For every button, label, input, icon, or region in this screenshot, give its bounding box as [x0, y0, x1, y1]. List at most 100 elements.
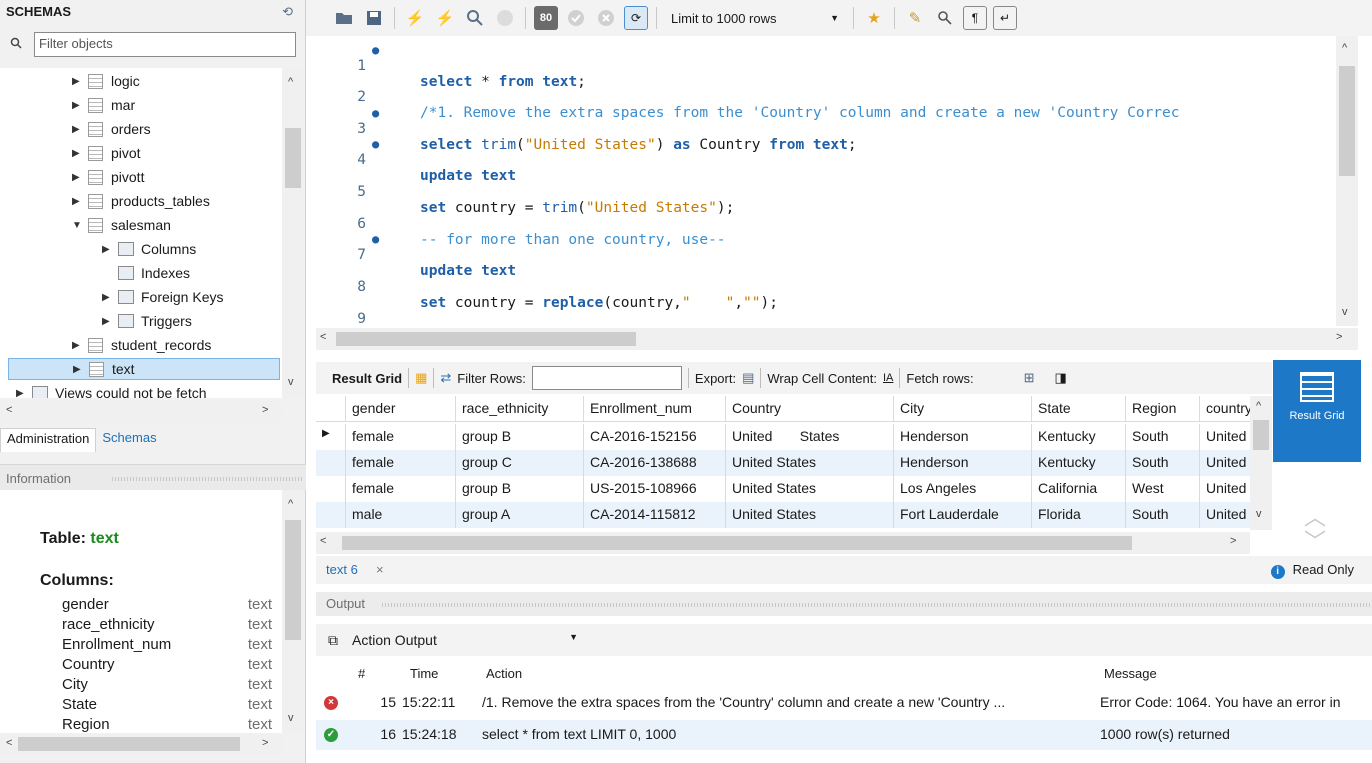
tab-administration[interactable]: Administration [0, 428, 97, 452]
column-header[interactable]: State [1032, 396, 1126, 422]
grid-cell[interactable]: United St [1200, 502, 1250, 528]
find-icon[interactable] [933, 6, 957, 30]
collapsed-arrow-icon[interactable]: ▶ [73, 364, 85, 375]
rollback-icon[interactable] [594, 6, 618, 30]
scroll-up-icon[interactable]: ^ [288, 76, 293, 88]
column-header[interactable]: City [894, 396, 1032, 422]
editor-vertical-scrollbar[interactable]: ^ v [1336, 36, 1358, 326]
tree-item-triggers[interactable]: ▶ Triggers [102, 310, 192, 332]
collapsed-arrow-icon[interactable]: ▶ [72, 172, 84, 183]
tree-item-logic[interactable]: ▶ logic [72, 70, 140, 92]
column-header[interactable]: Enrollment_num [584, 396, 726, 422]
grid-cell[interactable]: female [346, 424, 456, 450]
result-grid-side-button[interactable]: Result Grid [1273, 360, 1361, 462]
beautify-icon[interactable]: ✎ [903, 6, 927, 30]
tree-horizontal-scrollbar[interactable]: < > [0, 401, 282, 423]
tree-item-columns[interactable]: ▶ Columns [102, 238, 196, 260]
row-selector[interactable] [316, 476, 346, 502]
save-icon[interactable] [362, 6, 386, 30]
grid-horizontal-scrollbar[interactable]: < > [316, 532, 1250, 554]
grid-cell[interactable]: California [1032, 476, 1126, 502]
scroll-thumb[interactable] [1253, 420, 1269, 450]
grid-view-icon[interactable]: ▦ [415, 370, 427, 386]
grid-cell[interactable]: United States [726, 502, 894, 528]
refresh-icon[interactable]: ⇄ [440, 370, 451, 386]
collapsed-arrow-icon[interactable]: ▶ [72, 124, 84, 135]
scroll-down-icon[interactable]: v [288, 376, 294, 388]
scroll-up-icon[interactable]: ^ [1342, 42, 1347, 54]
limit-rows-select[interactable]: Limit to 1000 rows ▼ [665, 6, 845, 30]
close-icon[interactable]: × [376, 562, 384, 577]
row-selector[interactable] [316, 502, 346, 528]
column-header[interactable]: race_ethnicity [456, 396, 584, 422]
row-selector[interactable] [316, 450, 346, 476]
chevron-down-icon[interactable]: ﹀ [1304, 524, 1326, 556]
tree-item-pivott[interactable]: ▶ pivott [72, 166, 144, 188]
collapsed-arrow-icon[interactable]: ▶ [72, 340, 84, 351]
grid-cell[interactable]: Florida [1032, 502, 1126, 528]
wrap-lines-icon[interactable]: ↵ [993, 6, 1017, 30]
scroll-thumb[interactable] [336, 332, 636, 346]
execute-icon[interactable]: ⚡ [403, 6, 427, 30]
grid-cell[interactable]: United States [726, 476, 894, 502]
filter-objects-input[interactable]: Filter objects [34, 32, 296, 57]
grid-cell[interactable]: Henderson [894, 450, 1032, 476]
grid-cell[interactable]: CA-2016-152156 [584, 424, 726, 450]
column-header[interactable]: country [1200, 396, 1250, 422]
collapsed-arrow-icon[interactable]: ▶ [72, 196, 84, 207]
grid-cell[interactable]: Los Angeles [894, 476, 1032, 502]
toggle-error-icon[interactable]: 80 [534, 6, 558, 30]
current-row-icon[interactable]: ▶ [316, 424, 346, 450]
table-row[interactable]: ▶ female group B CA-2016-152156 United State… [316, 424, 1250, 450]
expanded-arrow-icon[interactable]: ▼ [72, 220, 84, 231]
collapsed-arrow-icon[interactable]: ▶ [102, 244, 114, 255]
scroll-left-icon[interactable]: < [6, 737, 12, 749]
editor-horizontal-scrollbar[interactable]: < > [316, 328, 1358, 350]
scroll-down-icon[interactable]: v [1256, 508, 1262, 520]
tree-item-products-tables[interactable]: ▶ products_tables [72, 190, 210, 212]
tree-item-pivot[interactable]: ▶ pivot [72, 142, 141, 164]
grid-cell[interactable]: United St [1200, 476, 1250, 502]
grid-cell[interactable]: United [1200, 424, 1250, 450]
stop-icon[interactable] [493, 6, 517, 30]
scroll-thumb[interactable] [285, 520, 301, 640]
collapsed-arrow-icon[interactable]: ▶ [72, 148, 84, 159]
grid-cell[interactable]: Kentucky [1032, 424, 1126, 450]
scroll-up-icon[interactable]: ^ [1256, 400, 1261, 412]
column-header[interactable]: Country [726, 396, 894, 422]
grid-cell[interactable]: South [1126, 424, 1200, 450]
grid-cell[interactable]: South [1126, 450, 1200, 476]
form-editor-icon[interactable]: ◨ [1054, 370, 1066, 386]
collapsed-arrow-icon[interactable]: ▶ [16, 388, 28, 399]
grid-cell[interactable]: Fort Lauderdale [894, 502, 1032, 528]
commit-icon[interactable] [564, 6, 588, 30]
open-folder-icon[interactable] [332, 6, 356, 30]
scroll-left-icon[interactable]: < [320, 535, 326, 547]
scroll-thumb[interactable] [342, 536, 1132, 550]
column-header[interactable]: gender [346, 396, 456, 422]
tree-item-salesman[interactable]: ▼ salesman [72, 214, 171, 236]
grid-cell[interactable]: female [346, 476, 456, 502]
table-row[interactable]: male group A CA-2014-115812 United States Fo… [316, 502, 1250, 528]
scroll-down-icon[interactable]: v [1342, 306, 1348, 318]
grid-cell[interactable]: United St [1200, 450, 1250, 476]
scroll-right-icon[interactable]: > [262, 737, 268, 749]
grid-cell[interactable]: CA-2014-115812 [584, 502, 726, 528]
grid-cell[interactable]: CA-2016-138688 [584, 450, 726, 476]
grid-cell[interactable]: group B [456, 476, 584, 502]
grid-cell[interactable]: United States [726, 424, 894, 450]
table-row[interactable]: female group C CA-2016-138688 United States… [316, 450, 1250, 476]
output-row[interactable]: ✓ 16 15:24:18 select * from text LIMIT 0, 1… [316, 720, 1372, 750]
scroll-right-icon[interactable]: > [262, 404, 268, 416]
scroll-up-icon[interactable]: ^ [288, 498, 293, 510]
column-header[interactable]: Region [1126, 396, 1200, 422]
result-tab[interactable]: text 6 [326, 562, 358, 577]
output-row[interactable]: × 15 15:22:11/1. Remove the extra spaces f… [316, 688, 1372, 718]
grid-cell[interactable]: Henderson [894, 424, 1032, 450]
result-grid-label[interactable]: Result Grid [332, 371, 402, 386]
tree-vertical-scrollbar[interactable]: ^ v [282, 68, 304, 398]
wrap-cell-icon[interactable]: IA [883, 372, 893, 384]
grid-cell[interactable]: group A [456, 502, 584, 528]
collapsed-arrow-icon[interactable]: ▶ [102, 316, 114, 327]
export-icon[interactable]: ▤ [742, 370, 754, 386]
